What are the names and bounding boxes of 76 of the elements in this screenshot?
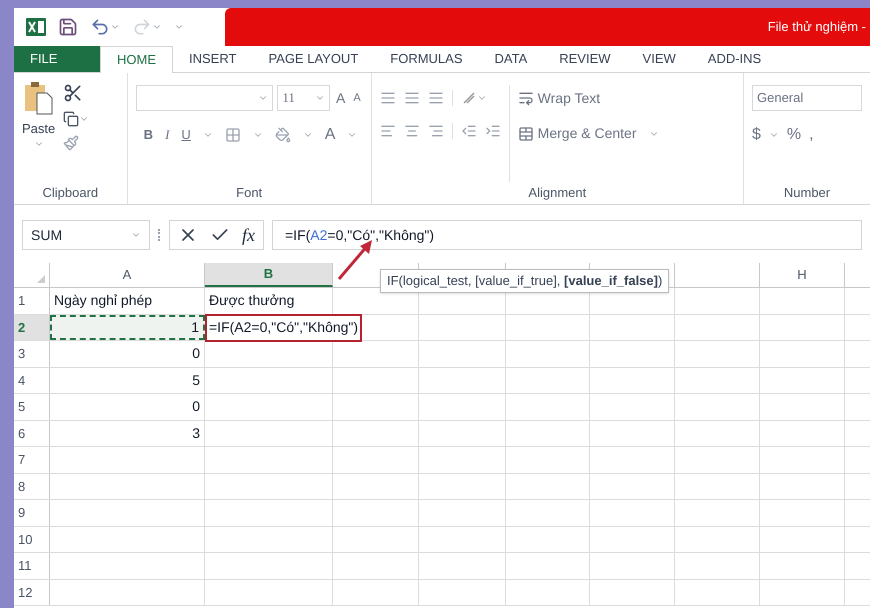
table-cell: 3 bbox=[50, 420, 205, 446]
ribbon-tab[interactable]: REVIEW bbox=[543, 46, 627, 72]
bottom-align-icon[interactable] bbox=[428, 90, 444, 106]
currency-button[interactable]: $ bbox=[752, 123, 761, 147]
ribbon-tab[interactable]: DATA bbox=[478, 46, 544, 72]
italic-button[interactable]: I bbox=[165, 125, 170, 145]
ribbon-tab[interactable]: PAGE LAYOUT bbox=[252, 46, 374, 72]
excel-logo-icon[interactable] bbox=[26, 18, 46, 36]
borders-icon[interactable] bbox=[224, 127, 241, 143]
wrap-text-icon bbox=[518, 90, 534, 106]
group-label: Number bbox=[784, 184, 830, 202]
bold-button[interactable]: B bbox=[144, 125, 154, 145]
cut-icon[interactable] bbox=[63, 83, 84, 103]
font-name-field[interactable] bbox=[136, 85, 274, 111]
grip-icon bbox=[158, 229, 161, 241]
middle-align-icon[interactable] bbox=[404, 90, 420, 106]
group-label: Alignment bbox=[528, 184, 586, 202]
row-header[interactable]: 10 bbox=[14, 526, 50, 552]
align-right-icon[interactable] bbox=[428, 123, 444, 139]
row-header[interactable]: 4 bbox=[14, 368, 50, 393]
merge-center-button[interactable]: Merge & Center bbox=[518, 123, 658, 144]
percent-button[interactable]: % bbox=[786, 123, 802, 147]
row-header[interactable]: 1 bbox=[14, 288, 50, 314]
row-header[interactable]: 7 bbox=[14, 447, 50, 472]
row-header[interactable]: 6 bbox=[14, 420, 50, 446]
font-color-button[interactable]: A bbox=[324, 123, 336, 147]
row-header[interactable]: 11 bbox=[14, 553, 50, 578]
orientation-icon[interactable] bbox=[460, 90, 477, 106]
decrease-indent-icon[interactable] bbox=[460, 123, 477, 139]
number-format-field[interactable]: General bbox=[752, 85, 862, 111]
format-painter-icon[interactable] bbox=[63, 135, 80, 151]
clipboard-icon bbox=[24, 81, 54, 115]
merge-cells-icon bbox=[518, 126, 534, 142]
wrap-text-button[interactable]: Wrap Text bbox=[518, 85, 658, 111]
table-cell: Ngày nghỉ phép bbox=[50, 288, 205, 314]
row-header[interactable]: 9 bbox=[14, 500, 50, 526]
row-header[interactable]: 3 bbox=[14, 341, 50, 366]
insert-function-button[interactable]: fx bbox=[242, 222, 255, 248]
ribbon-tab[interactable]: INSERT bbox=[173, 46, 252, 72]
table-cell: 5 bbox=[50, 368, 205, 393]
increase-indent-icon[interactable] bbox=[484, 123, 501, 139]
row-header[interactable]: 12 bbox=[14, 580, 50, 605]
row-header[interactable]: 8 bbox=[14, 474, 50, 499]
top-align-icon[interactable] bbox=[380, 90, 396, 106]
function-tooltip: IF(logical_test, [value_if_true], [value_if_false]) bbox=[380, 269, 670, 293]
fill-color-icon[interactable] bbox=[274, 127, 291, 143]
comma-button[interactable]: , bbox=[809, 123, 814, 147]
redo-icon[interactable] bbox=[132, 17, 152, 37]
formula-field[interactable]: =IF(A2=0,"Có","Không") bbox=[272, 220, 862, 250]
table-cell: 0 bbox=[50, 394, 205, 420]
ribbon-tab[interactable]: VIEW bbox=[626, 46, 692, 72]
ribbon-tab[interactable]: FORMULAS bbox=[374, 46, 478, 72]
align-center-icon[interactable] bbox=[404, 123, 420, 139]
paste-button[interactable]: Paste bbox=[22, 81, 56, 182]
font-size-field[interactable]: 11 bbox=[277, 85, 330, 111]
table-cell: 1 bbox=[50, 314, 205, 340]
copy-icon[interactable] bbox=[63, 111, 80, 127]
shrink-font-button[interactable]: A bbox=[351, 90, 363, 106]
table-cell: 0 bbox=[50, 341, 205, 366]
formula-cell[interactable]: =IF(A2=0,"Có","Không") bbox=[205, 314, 362, 342]
ribbon-tab[interactable]: HOME bbox=[100, 46, 173, 73]
align-left-icon[interactable] bbox=[380, 123, 396, 139]
group-label: Font bbox=[236, 184, 262, 202]
underline-button[interactable]: U bbox=[181, 125, 191, 145]
undo-icon[interactable] bbox=[90, 17, 110, 37]
row-header[interactable]: 5 bbox=[14, 394, 50, 420]
row-header[interactable]: 2 bbox=[14, 314, 50, 340]
column-header[interactable]: B bbox=[205, 263, 333, 287]
name-box[interactable]: SUM bbox=[22, 220, 150, 250]
ribbon-tab[interactable]: ADD-INS bbox=[692, 46, 778, 72]
group-label: Clipboard bbox=[42, 184, 98, 202]
window-title: File thử nghiệm - bbox=[768, 18, 866, 36]
column-header[interactable]: H bbox=[760, 263, 845, 287]
file-tab[interactable]: FILE bbox=[14, 46, 100, 72]
save-icon[interactable] bbox=[58, 17, 78, 37]
grow-font-button[interactable]: A bbox=[334, 88, 348, 108]
